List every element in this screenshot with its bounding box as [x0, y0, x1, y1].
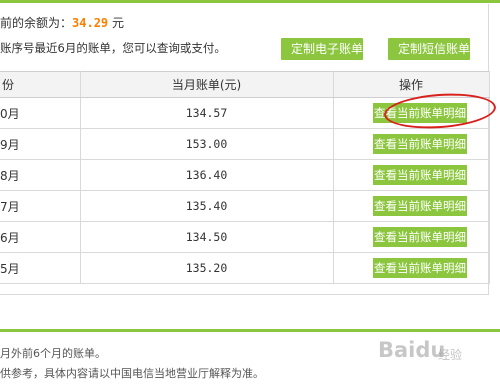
table-header-row: 份 当月账单(元) 操作 [0, 71, 490, 98]
row-amount: 134.57 [80, 97, 334, 129]
row-month: 7月 [0, 190, 81, 222]
view-bill-detail-button[interactable]: 查看当前账单明细 [373, 134, 467, 154]
row-amount: 135.20 [80, 252, 334, 284]
table-row: 7月 135.40 查看当前账单明细 [0, 190, 490, 222]
table-row: 5月 135.20 查看当前账单明细 [0, 252, 490, 284]
note-line-2: 供参考，具体内容请以中国电信当地营业厅解释为准。 [0, 367, 264, 380]
intro-text: 账序号最近6月的账单，您可以查询或支付。 [0, 41, 226, 55]
balance-unit: 元 [111, 16, 124, 30]
row-amount: 136.40 [80, 159, 334, 191]
watermark-subtext: 经验 [438, 348, 463, 362]
header-month: 份 [0, 71, 81, 98]
row-month: 8月 [0, 159, 81, 191]
view-bill-detail-button[interactable]: 查看当前账单明细 [373, 258, 467, 278]
row-month: 6月 [0, 221, 81, 253]
baidu-watermark: Baidu [378, 338, 446, 362]
custom-ebill-button[interactable]: 定制电子账单 [281, 38, 363, 60]
balance-label: 前的余额为： [0, 16, 73, 30]
table-row: 8月 136.40 查看当前账单明细 [0, 159, 490, 191]
table-row: 6月 134.50 查看当前账单明细 [0, 221, 490, 253]
row-month: 5月 [0, 252, 81, 284]
view-bill-detail-button[interactable]: 查看当前账单明细 [373, 165, 467, 185]
notes-divider [0, 329, 500, 332]
view-bill-detail-button[interactable]: 查看当前账单明细 [373, 227, 467, 247]
table-row: 9月 153.00 查看当前账单明细 [0, 128, 490, 160]
row-amount: 153.00 [80, 128, 334, 160]
view-bill-detail-button[interactable]: 查看当前账单明细 [373, 196, 467, 216]
row-month: 9月 [0, 128, 81, 160]
row-month: 0月 [0, 97, 81, 129]
balance-line: 前的余额为：34.29 元 [0, 14, 124, 31]
row-amount: 135.40 [80, 190, 334, 222]
row-amount: 134.50 [80, 221, 334, 253]
header-amount: 当月账单(元) [80, 71, 334, 98]
note-line-1: 月外前6个月的账单。 [0, 347, 106, 360]
custom-sms-bill-button[interactable]: 定制短信账单 [388, 38, 470, 60]
top-accent-line [0, 0, 500, 3]
table-footer-spacer [0, 287, 489, 295]
balance-amount: 34.29 [72, 16, 109, 30]
